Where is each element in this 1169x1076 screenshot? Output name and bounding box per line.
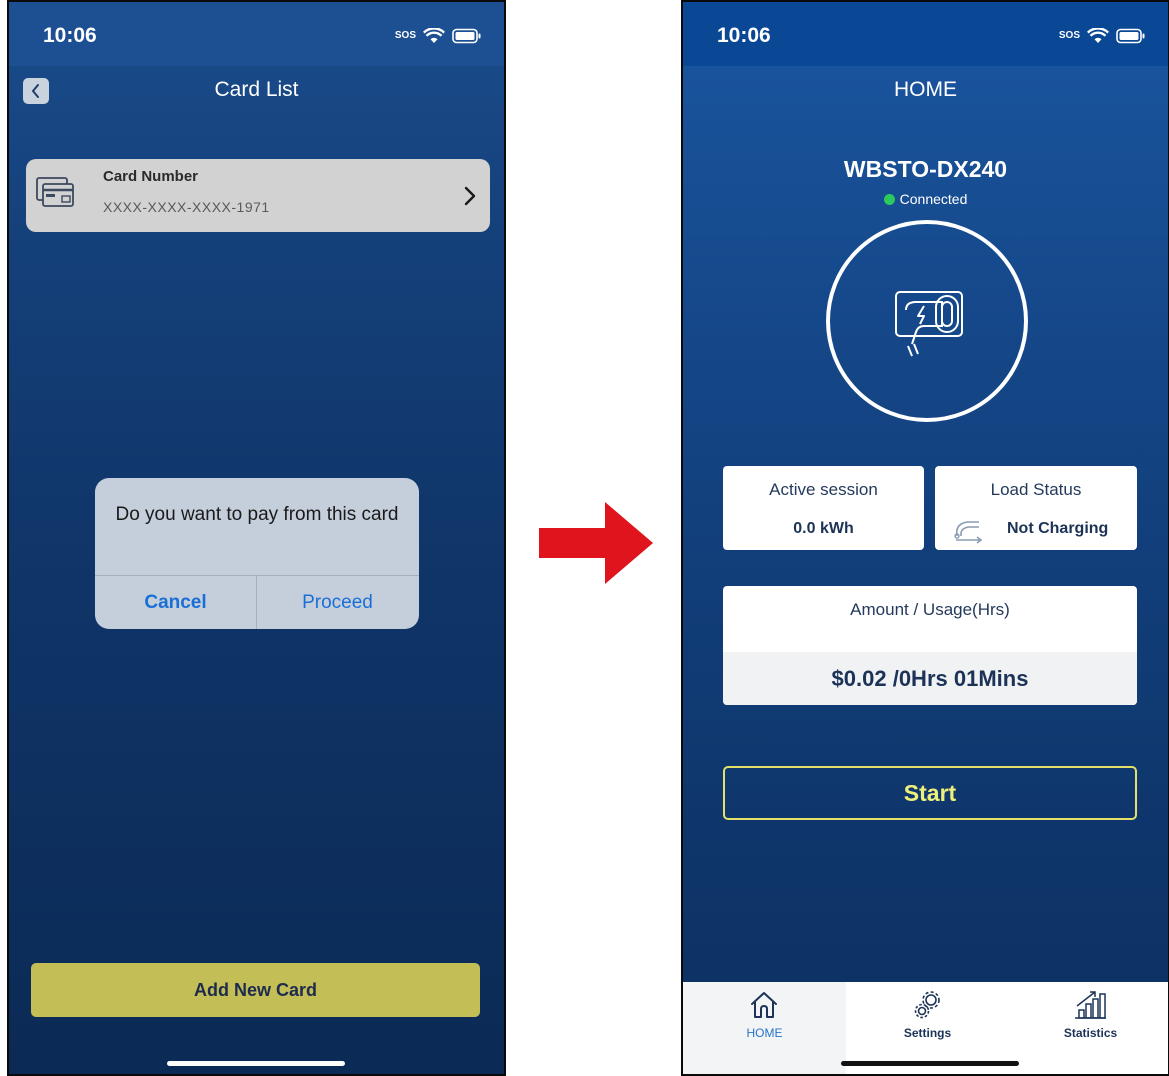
charging-cable-icon	[954, 521, 983, 544]
active-session-card: Active session 0.0 kWh	[723, 466, 924, 550]
confirm-payment-dialog: Do you want to pay from this card Cancel…	[95, 478, 419, 629]
load-status-value: Not Charging	[1007, 520, 1109, 537]
amount-usage-value: $0.02 /0Hrs 01Mins	[831, 666, 1029, 691]
tab-home[interactable]: HOME	[683, 982, 846, 1074]
battery-icon	[1116, 28, 1145, 44]
card-number-label: Card Number	[103, 168, 199, 185]
home-icon	[751, 992, 777, 1018]
status-icons: SOS	[1059, 27, 1146, 45]
add-new-card-button[interactable]: Add New Card	[31, 963, 480, 1017]
tab-statistics-label: Statistics	[1063, 1026, 1118, 1040]
active-session-title: Active session	[769, 480, 878, 499]
sos-indicator: SOS	[394, 30, 416, 41]
wifi-icon	[1087, 28, 1109, 43]
credit-card-icon	[36, 177, 74, 207]
page-title: Card List	[214, 78, 299, 101]
amount-usage-title: Amount / Usage(Hrs)	[850, 600, 1010, 619]
tab-statistics[interactable]: Statistics	[1009, 982, 1168, 1074]
connection-status-label: Connected	[899, 191, 968, 207]
home-indicator[interactable]	[841, 1061, 1019, 1066]
chevron-right-icon	[464, 186, 476, 206]
tab-home-label: HOME	[746, 1026, 783, 1040]
page-title: HOME	[894, 78, 957, 101]
device-name: WBSTO-DX240	[843, 156, 1008, 182]
card-list-item[interactable]: Card Number XXXX-XXXX-XXXX-1971	[26, 159, 490, 232]
amount-usage-card: Amount / Usage(Hrs) $0.02 /0Hrs 01Mins	[723, 586, 1137, 705]
active-session-value: 0.0 kWh	[793, 520, 854, 537]
statistics-icon	[1075, 991, 1106, 1019]
proceed-button[interactable]: Proceed	[257, 576, 418, 629]
charger-status-circle	[826, 220, 1028, 422]
sos-indicator: SOS	[1058, 30, 1080, 41]
arrow-right-icon	[539, 502, 653, 584]
home-screen: 10:06 SOS HOME WBSTO-DX240 Connected Act…	[681, 0, 1169, 1076]
connected-dot-icon	[883, 193, 895, 205]
home-indicator[interactable]	[167, 1061, 345, 1066]
dialog-message: Do you want to pay from this card	[115, 504, 399, 525]
status-icons: SOS	[395, 27, 482, 45]
cancel-button[interactable]: Cancel	[95, 576, 256, 629]
load-status-title: Load Status	[990, 480, 1082, 499]
card-list-screen: 10:06 SOS Card List Card Number XXXX-XXX…	[7, 0, 506, 1076]
status-bar: 10:06 SOS	[9, 2, 504, 66]
load-status-card: Load Status Not Charging	[935, 466, 1137, 550]
tab-settings-label: Settings	[903, 1026, 952, 1040]
gear-icon	[914, 991, 940, 1019]
ev-charger-icon	[895, 291, 963, 357]
wifi-icon	[423, 28, 445, 43]
connection-status: Connected	[683, 191, 1168, 207]
status-bar: 10:06 SOS	[683, 2, 1168, 66]
status-time: 10:06	[717, 24, 771, 47]
battery-icon	[452, 28, 481, 44]
status-time: 10:06	[43, 24, 97, 47]
start-button[interactable]: Start	[723, 766, 1137, 820]
card-number-value: XXXX-XXXX-XXXX-1971	[103, 199, 270, 215]
